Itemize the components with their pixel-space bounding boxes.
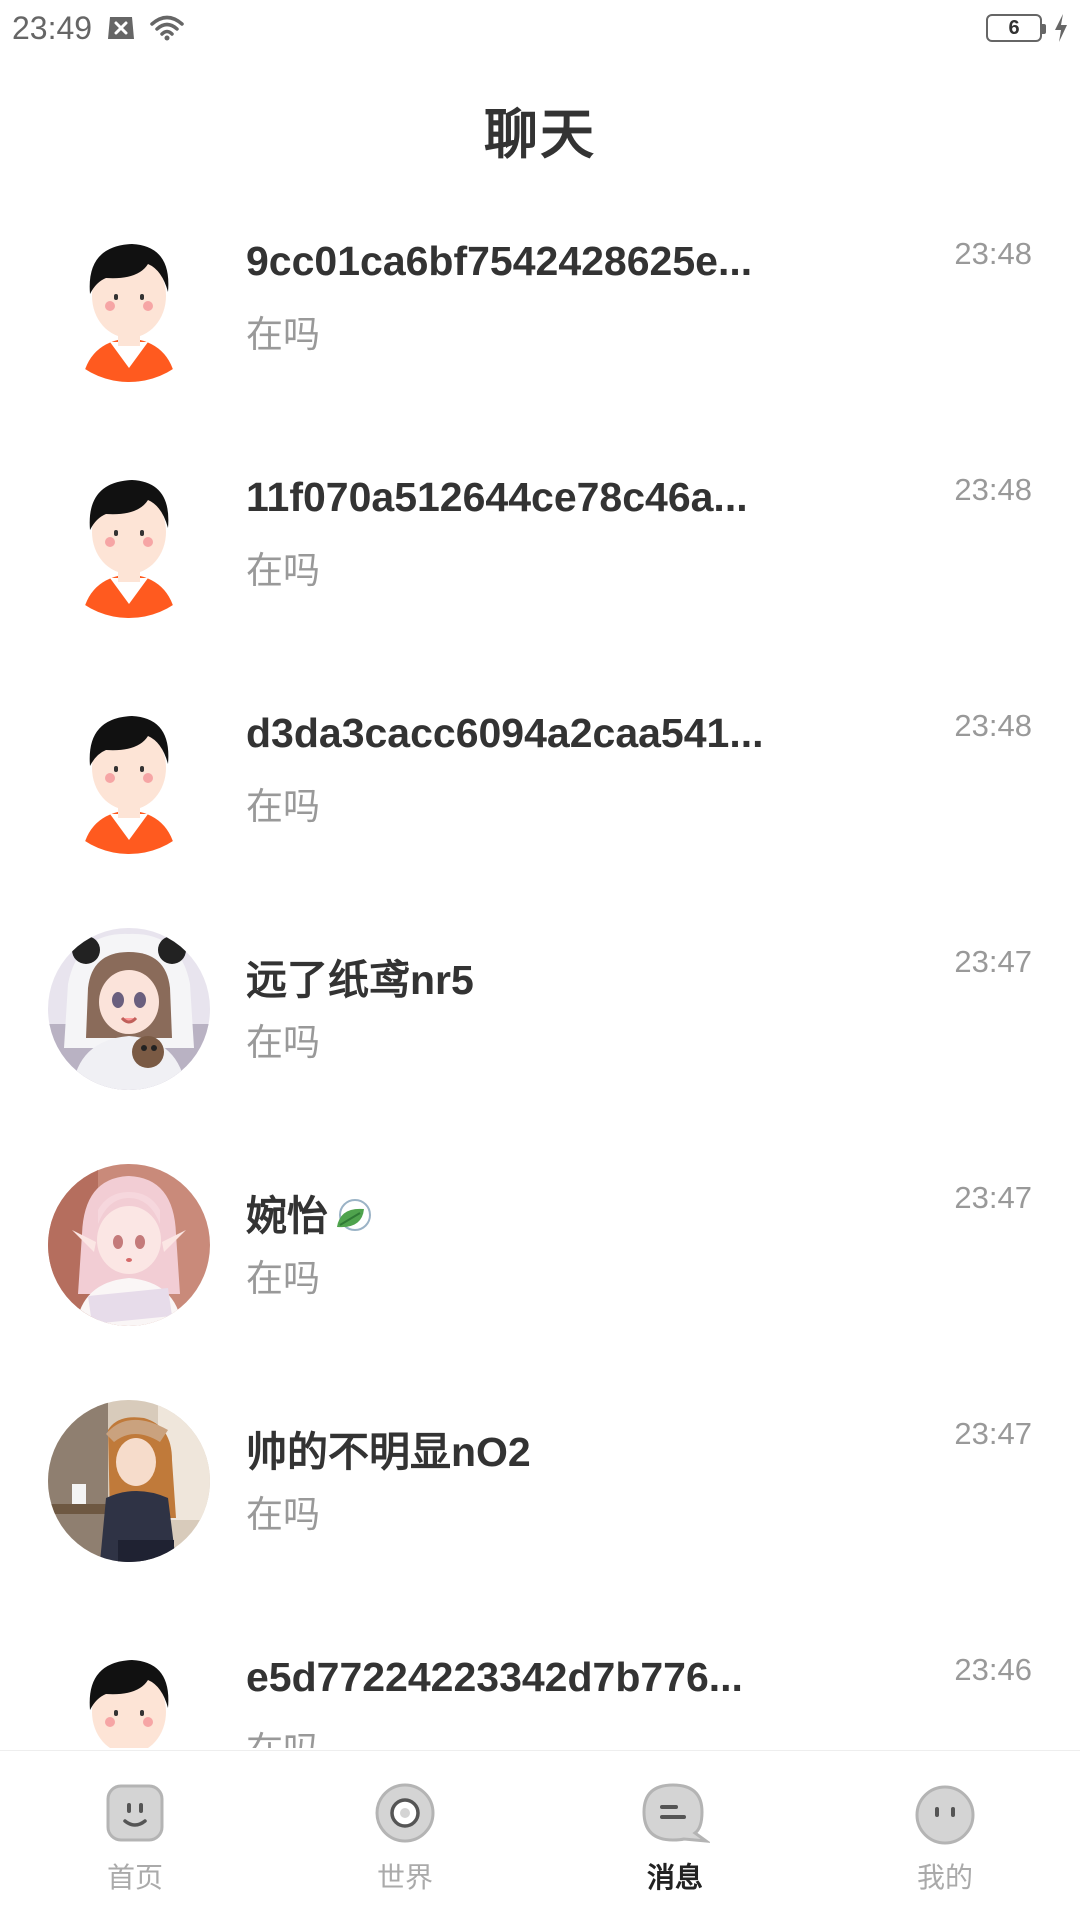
default-boy-avatar[interactable] bbox=[48, 692, 210, 854]
tab-label: 我的 bbox=[916, 1862, 973, 1893]
default-boy-avatar[interactable] bbox=[48, 1636, 210, 1748]
default-boy-avatar[interactable] bbox=[48, 220, 210, 382]
chat-time: 23:48 bbox=[954, 472, 1032, 507]
tab-label: 首页 bbox=[106, 1862, 163, 1893]
anime-girl-panda-hood-avatar[interactable] bbox=[48, 928, 210, 1090]
chat-name: 远了纸鸢nr5 bbox=[246, 957, 474, 1003]
chat-name-text: 婉怡 bbox=[246, 1193, 328, 1239]
header: 聊天 bbox=[0, 90, 1080, 169]
chat-name: 9cc01ca6bf7542428625e... bbox=[246, 238, 753, 284]
tab-world[interactable]: 世界 bbox=[270, 1751, 540, 1921]
chat-name: 帅的不明显nO2 bbox=[246, 1429, 531, 1475]
home-face-icon bbox=[103, 1781, 167, 1850]
chat-list-item[interactable]: 11f070a512644ce78c46a... 在吗 23:48 bbox=[0, 436, 1080, 672]
chat-time: 23:47 bbox=[954, 1416, 1032, 1451]
chat-name: 婉怡 bbox=[246, 1182, 372, 1243]
status-bar: 23:49 6 bbox=[0, 0, 1080, 56]
tab-profile[interactable]: 我的 bbox=[810, 1751, 1080, 1921]
charging-bolt-icon bbox=[1054, 14, 1068, 42]
message-bubble-icon bbox=[640, 1781, 712, 1850]
chat-preview: 在吗 bbox=[246, 314, 320, 355]
profile-face-icon bbox=[913, 1781, 977, 1850]
wifi-icon bbox=[150, 15, 184, 41]
status-time: 23:49 bbox=[12, 9, 93, 46]
chat-preview: 在吗 bbox=[246, 1720, 320, 1748]
tab-home[interactable]: 首页 bbox=[0, 1751, 270, 1921]
chat-time: 23:47 bbox=[954, 1180, 1032, 1215]
bottom-nav: 首页 世界 消息 我的 bbox=[0, 1750, 1080, 1921]
tab-label: 世界 bbox=[376, 1862, 433, 1893]
chat-name: 11f070a512644ce78c46a... bbox=[246, 474, 748, 520]
status-right: 6 bbox=[986, 14, 1068, 42]
chat-list-item[interactable]: 婉怡 在吗 23:47 bbox=[0, 1144, 1080, 1380]
chat-preview: 在吗 bbox=[246, 1494, 320, 1535]
chat-list-item[interactable]: 9cc01ca6bf7542428625e... 在吗 23:48 bbox=[0, 200, 1080, 436]
chat-name: d3da3cacc6094a2caa541... bbox=[246, 710, 764, 756]
status-left: 23:49 bbox=[12, 10, 184, 47]
tab-messages[interactable]: 消息 bbox=[540, 1751, 810, 1921]
chat-time: 23:48 bbox=[954, 708, 1032, 743]
chat-list-item[interactable]: e5d77224223342d7b776... 在吗 23:46 bbox=[0, 1616, 1080, 1748]
chat-list-item[interactable]: d3da3cacc6094a2caa541... 在吗 23:48 bbox=[0, 672, 1080, 908]
chat-preview: 在吗 bbox=[246, 1258, 320, 1299]
anime-girl-cafe-avatar[interactable] bbox=[48, 1400, 210, 1562]
chat-time: 23:46 bbox=[954, 1652, 1032, 1687]
chat-time: 23:48 bbox=[954, 236, 1032, 271]
chat-list-item[interactable]: 帅的不明显nO2 在吗 23:47 bbox=[0, 1380, 1080, 1616]
tab-label: 消息 bbox=[646, 1862, 703, 1893]
chat-list[interactable]: 9cc01ca6bf7542428625e... 在吗 23:48 11f070… bbox=[0, 200, 1080, 1748]
battery-icon: 6 bbox=[986, 14, 1046, 42]
world-circle-icon bbox=[373, 1781, 437, 1850]
default-boy-avatar[interactable] bbox=[48, 456, 210, 618]
leaf-icon bbox=[334, 1196, 372, 1243]
chat-name: e5d77224223342d7b776... bbox=[246, 1654, 743, 1700]
chat-list-item[interactable]: 远了纸鸢nr5 在吗 23:47 bbox=[0, 908, 1080, 1144]
chat-preview: 在吗 bbox=[246, 786, 320, 827]
chat-preview: 在吗 bbox=[246, 550, 320, 591]
battery-level: 6 bbox=[1008, 16, 1020, 39]
notification-x-icon bbox=[106, 15, 136, 41]
anime-girl-pink-hair-avatar[interactable] bbox=[48, 1164, 210, 1326]
chat-time: 23:47 bbox=[954, 944, 1032, 979]
chat-preview: 在吗 bbox=[246, 1022, 320, 1063]
page-title: 聊天 bbox=[484, 105, 596, 165]
